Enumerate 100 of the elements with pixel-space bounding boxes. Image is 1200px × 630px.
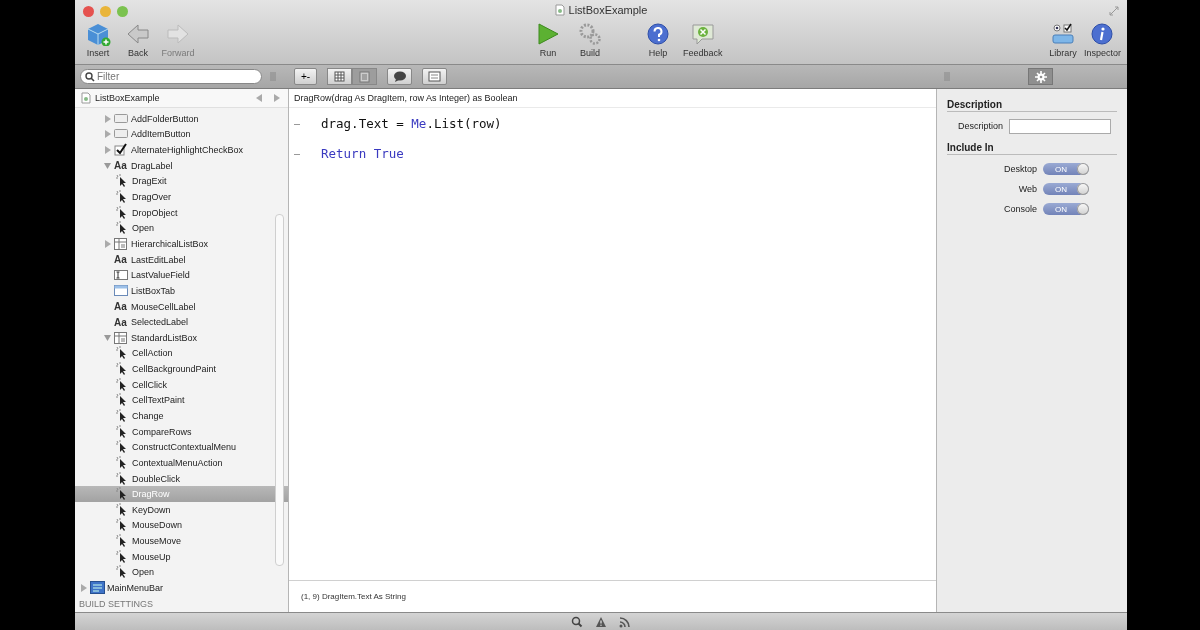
add-remove-button[interactable]: +-: [294, 68, 318, 85]
tree-item[interactable]: ContextualMenuAction: [75, 455, 288, 471]
right-arrow-icon: [165, 22, 191, 46]
tree-item[interactable]: CellClick: [75, 376, 288, 393]
disclosure-triangle-icon[interactable]: [79, 584, 88, 593]
toolbar-button[interactable]: Inspector: [1083, 22, 1121, 58]
speech-bubble-icon: [392, 71, 407, 82]
code-line: Return True: [321, 146, 404, 161]
document-lines-icon: [359, 70, 371, 83]
tree-item[interactable]: StandardListBox: [75, 329, 288, 346]
tree-item[interactable]: Open: [75, 564, 288, 581]
toolbar-button[interactable]: Feedback: [683, 22, 723, 58]
play-icon: [535, 22, 561, 46]
tree-item[interactable]: HierarchicalListBox: [75, 236, 288, 252]
disclosure-triangle-icon[interactable]: [103, 114, 112, 123]
zoom-button[interactable]: [117, 5, 128, 17]
menu-bar-icon: [90, 581, 105, 596]
tree-item[interactable]: Aa MouseCellLabel: [75, 298, 288, 315]
fullscreen-icon[interactable]: [1109, 6, 1119, 16]
section-heading: Include In: [947, 142, 1117, 155]
tree-item[interactable]: LastValueField: [75, 267, 288, 284]
tree-item[interactable]: CellBackgroundPaint: [75, 361, 288, 377]
field-label: Desktop: [1002, 164, 1037, 174]
label-glyph: Aa: [114, 160, 128, 172]
splitter-icon[interactable]: [270, 71, 276, 82]
comment-button[interactable]: [387, 68, 413, 85]
search-icon[interactable]: [571, 615, 583, 628]
toolbar-button[interactable]: Help: [641, 22, 675, 58]
toolbar-button[interactable]: Back: [121, 22, 155, 58]
tree-item[interactable]: DropObject: [75, 204, 288, 221]
search-icon: [85, 72, 95, 82]
label-glyph: Aa: [114, 254, 128, 266]
tree-item[interactable]: DragExit: [75, 173, 288, 190]
tree-item[interactable]: DragOver: [75, 189, 288, 205]
toolbar-button[interactable]: Run: [531, 22, 565, 58]
tree-item[interactable]: CompareRows: [75, 423, 288, 440]
tree-item[interactable]: Change: [75, 408, 288, 424]
feed-icon[interactable]: [619, 615, 631, 628]
warning-icon[interactable]: [595, 615, 607, 628]
help-icon: [645, 22, 671, 46]
disclosure-triangle-icon[interactable]: [103, 333, 112, 342]
line-marker: [294, 124, 300, 125]
button-shape-icon: [114, 111, 129, 126]
toolbar-button[interactable]: Library: [1045, 22, 1080, 58]
panel-icon: [428, 71, 442, 82]
tree-item[interactable]: MouseDown: [75, 517, 288, 534]
gears-icon: [577, 22, 603, 46]
toolbar-button[interactable]: [422, 68, 448, 85]
tree-item[interactable]: AddFolderButton: [75, 111, 288, 127]
grid-icon: [334, 70, 346, 83]
disclosure-triangle-icon[interactable]: [103, 239, 112, 248]
forward-arrow-icon[interactable]: [273, 94, 280, 102]
toolbar-button[interactable]: Build: [573, 22, 607, 58]
tree-item[interactable]: Open: [75, 220, 288, 237]
code-editor[interactable]: drag.Text = Me.List(row) Return True: [289, 108, 936, 580]
tree-item[interactable]: MouseUp: [75, 548, 288, 565]
tree-item[interactable]: CellTextPaint: [75, 392, 288, 409]
document-icon: [554, 4, 565, 16]
left-arrow-icon: [125, 22, 151, 46]
text-field-icon: [114, 268, 129, 283]
disclosure-triangle-icon[interactable]: [103, 130, 112, 139]
tree-item[interactable]: AddItemButton: [75, 126, 288, 143]
filter-field[interactable]: Filter: [80, 69, 262, 84]
text-field[interactable]: [1009, 118, 1111, 134]
window-icon: [114, 283, 129, 298]
tree-item[interactable]: Aa LastEditLabel: [75, 251, 288, 268]
tree-item[interactable]: ListBoxTab: [75, 283, 288, 299]
inspector-tab[interactable]: [1028, 68, 1053, 85]
controls-icon: [1049, 22, 1076, 46]
view-segment[interactable]: [352, 68, 378, 85]
field-label: Console: [1002, 204, 1037, 214]
list-grid-icon: [114, 330, 129, 345]
disclosure-triangle-icon[interactable]: [103, 161, 112, 170]
speech-bubble-icon: [689, 22, 716, 46]
list-grid-icon: [114, 236, 129, 251]
tree-item[interactable]: Aa SelectedLabel: [75, 314, 288, 330]
scrollbar[interactable]: [275, 214, 284, 566]
checkmark-icon: [114, 143, 129, 158]
back-arrow-icon[interactable]: [256, 94, 263, 102]
section-heading: BUILD SETTINGS: [78, 597, 153, 610]
tree-item[interactable]: ConstructContextualMenu: [75, 439, 288, 456]
tree-item[interactable]: Aa DragLabel: [75, 157, 288, 174]
minimize-button[interactable]: [100, 5, 111, 17]
toolbar-button[interactable]: Insert: [81, 22, 115, 58]
tree-item[interactable]: MainMenuBar: [75, 580, 288, 596]
field-label: Description: [956, 121, 1003, 131]
tree-item[interactable]: KeyDown: [75, 502, 288, 518]
view-segment[interactable]: [327, 68, 353, 85]
tree-item[interactable]: DoubleClick: [75, 470, 288, 487]
field-label: Web: [1017, 184, 1037, 194]
tree-item[interactable]: AlternateHighlightCheckBox: [75, 142, 288, 158]
label-glyph: Aa: [114, 316, 128, 328]
tree-item[interactable]: MouseMove: [75, 533, 288, 549]
splitter-icon[interactable]: [944, 71, 950, 82]
code-line: drag.Text = Me.List(row): [321, 116, 502, 131]
info-icon: [1089, 22, 1116, 46]
close-button[interactable]: [83, 5, 94, 17]
disclosure-triangle-icon[interactable]: [103, 146, 112, 155]
tree-item[interactable]: CellAction: [75, 345, 288, 362]
cube-icon: [85, 22, 111, 46]
